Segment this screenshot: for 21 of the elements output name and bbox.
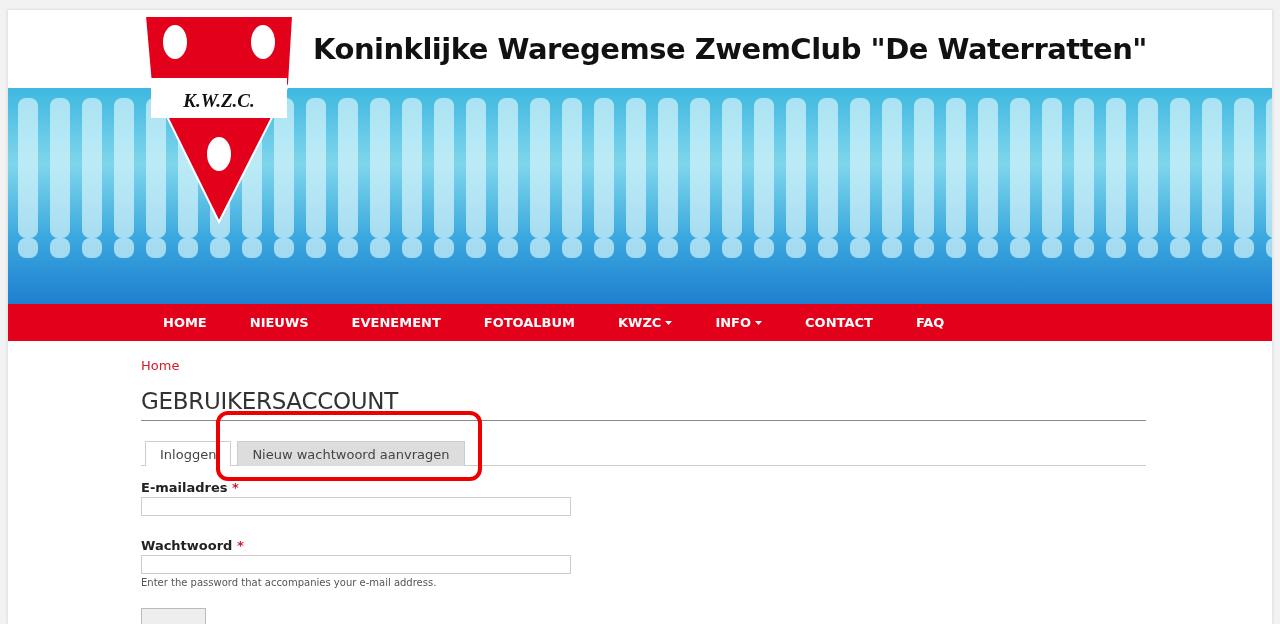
required-mark: *	[236, 538, 244, 553]
nav-link[interactable]: HOME	[163, 315, 229, 330]
nav-link[interactable]: FAQ	[915, 315, 967, 330]
breadcrumb-link[interactable]: Home	[141, 358, 180, 373]
field-label: E-mailadres *	[141, 480, 240, 495]
required-mark: *	[232, 480, 239, 495]
nav-link[interactable]: KWZC	[618, 315, 695, 330]
nav-link[interactable]: EVENEMENT	[351, 315, 463, 330]
field-label: Wachtwoord *	[141, 538, 245, 553]
nav-link[interactable]: FOTOALBUM	[483, 315, 597, 330]
tab[interactable]: Inloggen	[145, 441, 232, 466]
nav-link[interactable]: CONTACT	[805, 315, 895, 330]
input-field[interactable]	[141, 555, 571, 574]
input-field[interactable]	[141, 497, 571, 516]
tab[interactable]: Nieuw wachtwoord aanvragen	[237, 441, 465, 466]
site-title: Koninklijke Waregemse ZwemClub "De Waterratten"	[313, 32, 1147, 66]
nav-link[interactable]: INFO	[715, 315, 785, 330]
submit-button[interactable]	[141, 608, 206, 624]
nav-link[interactable]: NIEUWS	[249, 315, 331, 330]
page-title: GEBRUIKERSACCOUNT	[141, 388, 1146, 421]
help-text: Enter the password that accompanies your e-mail address.	[141, 577, 438, 588]
